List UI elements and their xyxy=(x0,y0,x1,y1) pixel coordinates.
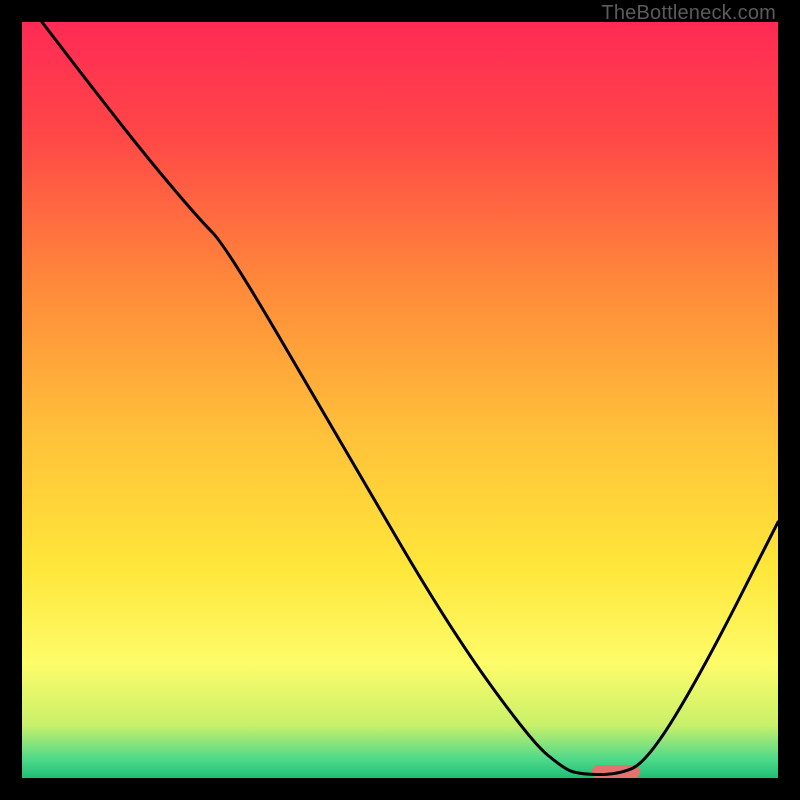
gradient-background xyxy=(22,22,778,778)
chart-frame xyxy=(22,22,778,778)
watermark-text: TheBottleneck.com xyxy=(601,2,776,25)
bottleneck-chart xyxy=(22,22,778,778)
